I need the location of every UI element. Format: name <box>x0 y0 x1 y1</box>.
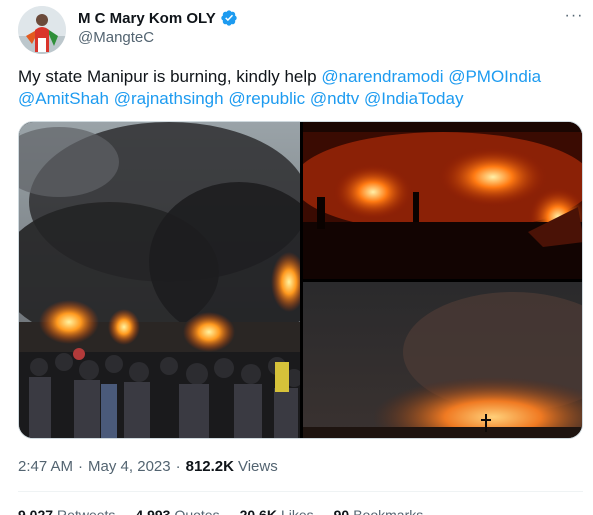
avatar[interactable] <box>18 6 66 54</box>
mention-pmoindia[interactable]: @PMOIndia <box>448 67 541 86</box>
quotes-stat[interactable]: 4,993 Quotes <box>135 507 219 515</box>
author-name-row[interactable]: M C Mary Kom OLY <box>78 8 238 28</box>
engagement-stats: 9,027 Retweets 4,993 Quotes 20.6K Likes … <box>18 507 443 515</box>
divider <box>18 491 583 492</box>
retweets-label: Retweets <box>57 507 116 515</box>
mention-indiatoday[interactable]: @IndiaToday <box>364 89 464 108</box>
likes-label: Likes <box>280 507 314 515</box>
media-photo-fire-crowd[interactable] <box>19 122 300 438</box>
bookmarks-label: Bookmarks <box>353 507 424 515</box>
meta-separator: · <box>78 457 84 475</box>
tweet-text: My state Manipur is burning, kindly help… <box>18 66 578 110</box>
retweets-stat[interactable]: 9,027 Retweets <box>18 507 115 515</box>
quotes-label: Quotes <box>174 507 220 515</box>
tweet-time[interactable]: 2:47 AM <box>18 458 73 475</box>
author-display-name[interactable]: M C Mary Kom OLY <box>78 10 216 27</box>
avatar-image <box>18 6 66 54</box>
mention-republic[interactable]: @republic <box>228 89 305 108</box>
retweets-count: 9,027 <box>18 507 54 515</box>
tweet-text-prefix: My state Manipur is burning, kindly help <box>18 67 322 86</box>
mention-amitshah[interactable]: @AmitShah <box>18 89 109 108</box>
author-handle[interactable]: @MangteC <box>78 29 154 46</box>
media-photo-night-fire-buildings[interactable] <box>303 122 582 279</box>
mention-narendramodi[interactable]: @narendramodi <box>321 67 443 86</box>
media-grid <box>18 121 583 439</box>
media-photo-night-fire-smoke[interactable] <box>303 282 582 438</box>
quotes-count: 4,993 <box>135 507 171 515</box>
tweet-meta: 2:47 AM · May 4, 2023 · 812.2K Views <box>18 456 278 476</box>
mention-rajnathsingh[interactable]: @rajnathsingh <box>114 89 224 108</box>
likes-count: 20.6K <box>239 507 277 515</box>
verified-badge-icon <box>220 9 238 27</box>
bookmarks-count: 90 <box>333 507 350 515</box>
bookmarks-stat[interactable]: 90 Bookmarks <box>334 507 424 515</box>
views-count: 812.2K <box>185 457 234 475</box>
more-options-button[interactable]: ··· <box>562 6 586 26</box>
tweet-date[interactable]: May 4, 2023 <box>88 458 171 475</box>
likes-stat[interactable]: 20.6K Likes <box>240 507 314 515</box>
meta-separator-2: · <box>175 457 181 475</box>
mention-ndtv[interactable]: @ndtv <box>310 89 359 108</box>
more-horizontal-icon: ··· <box>564 7 584 24</box>
tweet-card: M C Mary Kom OLY @MangteC ··· My state M… <box>0 0 593 515</box>
views-label: Views <box>237 457 278 475</box>
